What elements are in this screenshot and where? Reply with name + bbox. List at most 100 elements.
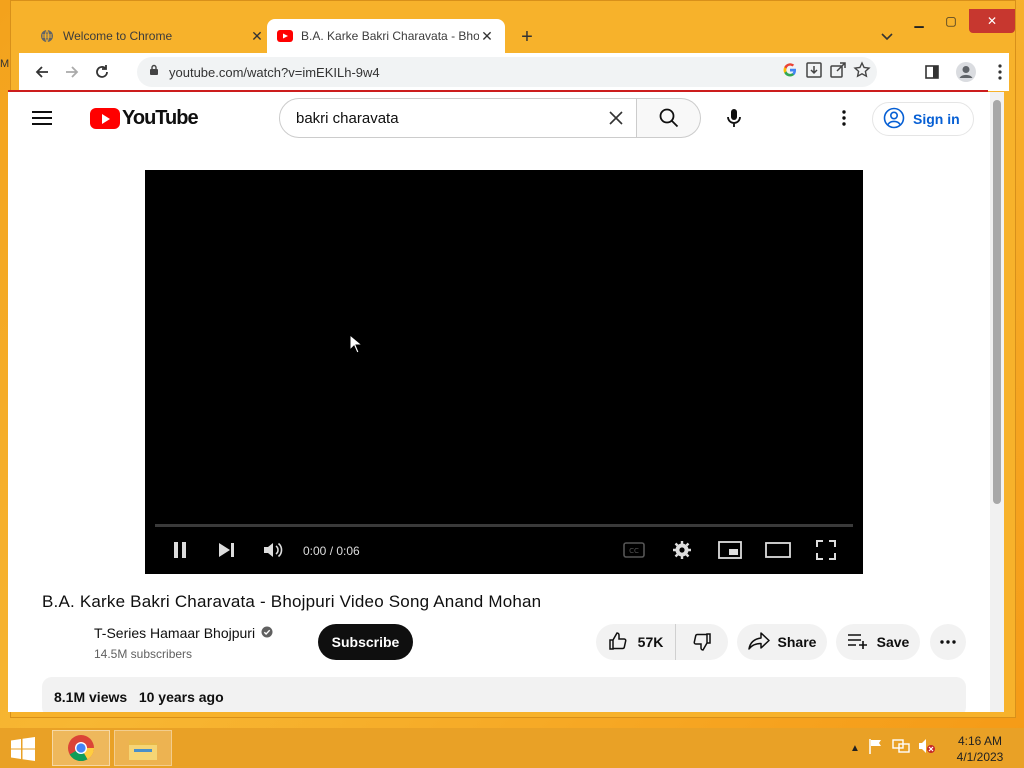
globe-icon xyxy=(39,28,55,44)
next-icon[interactable] xyxy=(211,536,241,564)
captions-icon[interactable]: CC xyxy=(619,536,649,564)
thumbs-down-icon xyxy=(693,633,711,651)
show-hidden-icons-icon[interactable]: ▲ xyxy=(850,743,860,754)
google-icon[interactable] xyxy=(781,61,799,84)
youtube-icon xyxy=(277,28,293,44)
view-count: 8.1M views xyxy=(54,689,128,705)
tab-welcome[interactable]: Welcome to Chrome ✕ xyxy=(29,19,275,53)
page-scrollbar[interactable] xyxy=(990,92,1004,712)
network-icon[interactable] xyxy=(892,738,910,759)
more-actions-button[interactable] xyxy=(930,624,966,660)
new-tab-button[interactable]: + xyxy=(516,26,538,48)
miniplayer-icon[interactable] xyxy=(715,536,745,564)
taskbar-file-explorer[interactable] xyxy=(114,730,172,766)
back-button[interactable] xyxy=(27,57,57,87)
tab-title: Welcome to Chrome xyxy=(63,29,173,43)
toolbar-right xyxy=(917,57,1015,87)
player-controls: 0:00 / 0:06 CC xyxy=(145,532,863,568)
chrome-icon xyxy=(68,735,95,762)
youtube-wordmark: YouTube xyxy=(122,107,199,129)
scrollbar-thumb[interactable] xyxy=(993,100,1001,504)
svg-text:CC: CC xyxy=(629,547,639,555)
menu-icon[interactable] xyxy=(32,106,56,130)
search-input[interactable]: bakri charavata xyxy=(279,98,637,138)
minimize-button[interactable]: ▁ xyxy=(903,9,935,33)
youtube-logo[interactable]: YouTube xyxy=(90,107,199,130)
verified-badge-icon xyxy=(261,625,273,641)
profile-avatar[interactable] xyxy=(951,57,981,87)
subscriber-count: 14.5M subscribers xyxy=(94,647,193,661)
mouse-cursor-icon xyxy=(349,333,364,359)
playlist-add-icon xyxy=(847,633,869,652)
start-button[interactable] xyxy=(8,736,38,762)
lock-icon xyxy=(149,63,159,81)
system-tray: ▲ xyxy=(850,738,936,759)
window-controls: ▁ ▢ ✕ xyxy=(903,9,1015,33)
video-player[interactable]: 0:00 / 0:06 CC xyxy=(145,170,863,574)
taskbar: ▲ 4:16 AM 4/1/2023 xyxy=(0,728,1024,768)
youtube-header: YouTube bakri charavata Sign in xyxy=(8,92,990,144)
video-progress-bar[interactable] xyxy=(155,524,853,527)
sign-in-button[interactable]: Sign in xyxy=(872,102,974,136)
channel-name: T-Series Hamaar Bhojpuri xyxy=(94,625,256,641)
share-page-icon[interactable] xyxy=(829,61,847,84)
microphone-icon[interactable] xyxy=(714,98,754,138)
taskbar-clock[interactable]: 4:16 AM 4/1/2023 xyxy=(950,733,1010,765)
browser-menu-icon[interactable] xyxy=(985,57,1015,87)
settings-gear-icon[interactable] xyxy=(667,536,697,564)
tab-youtube[interactable]: B.A. Karke Bakri Charavata - Bhojpuri ✕ xyxy=(267,19,505,53)
url-text: youtube.com/watch?v=imEKILh-9w4 xyxy=(169,64,380,80)
taskbar-chrome[interactable] xyxy=(52,730,110,766)
more-options-icon[interactable] xyxy=(830,104,858,132)
save-label: Save xyxy=(876,634,910,650)
close-icon[interactable]: ✕ xyxy=(479,28,495,44)
channel-name-link[interactable]: T-Series Hamaar Bhojpuri xyxy=(94,625,273,641)
tab-strip: Welcome to Chrome ✕ B.A. Karke Bakri Cha… xyxy=(11,1,1015,53)
side-panel-icon[interactable] xyxy=(917,57,947,87)
search-query: bakri charavata xyxy=(296,109,399,127)
subscribe-button[interactable]: Subscribe xyxy=(318,624,413,660)
share-icon xyxy=(747,631,770,653)
like-dislike-group: 57K xyxy=(596,624,728,660)
close-icon[interactable]: ✕ xyxy=(249,28,265,44)
clear-search-icon[interactable] xyxy=(596,110,636,126)
clock-time: 4:16 AM xyxy=(957,734,1003,748)
dislike-button[interactable] xyxy=(676,624,728,660)
pause-icon[interactable] xyxy=(165,536,195,564)
desktop-edge-label: M xyxy=(0,58,10,70)
description-box[interactable]: 8.1M views 10 years ago xyxy=(42,677,966,712)
like-count: 57K xyxy=(637,634,664,650)
like-button[interactable]: 57K xyxy=(596,624,676,660)
share-button[interactable]: Share xyxy=(737,624,827,660)
windows-logo-icon xyxy=(11,737,35,761)
volume-muted-icon[interactable] xyxy=(918,738,936,759)
chevron-down-icon[interactable] xyxy=(877,27,897,47)
youtube-play-logo-icon xyxy=(90,108,120,129)
address-bar[interactable]: youtube.com/watch?v=imEKILh-9w4 xyxy=(137,57,877,87)
flag-icon[interactable] xyxy=(868,738,884,759)
share-label: Share xyxy=(777,634,817,650)
star-icon[interactable] xyxy=(853,60,871,84)
theater-mode-icon[interactable] xyxy=(763,536,793,564)
account-icon xyxy=(883,107,905,132)
time-display: 0:00 / 0:06 xyxy=(303,544,360,558)
clock-date: 4/1/2023 xyxy=(956,750,1004,764)
upload-age: 10 years ago xyxy=(138,689,224,705)
search-button[interactable] xyxy=(637,98,701,138)
browser-toolbar: youtube.com/watch?v=imEKILh-9w4 xyxy=(19,53,1009,91)
download-icon[interactable] xyxy=(805,61,823,84)
fullscreen-icon[interactable] xyxy=(811,536,841,564)
save-button[interactable]: Save xyxy=(836,624,920,660)
forward-button[interactable] xyxy=(57,57,87,87)
thumbs-up-icon xyxy=(608,631,628,654)
reload-button[interactable] xyxy=(87,57,117,87)
omnibox-actions xyxy=(781,57,877,87)
horizontal-dots-icon xyxy=(940,640,956,644)
sign-in-label: Sign in xyxy=(913,111,960,127)
window-close-button[interactable]: ✕ xyxy=(969,9,1015,33)
folder-icon xyxy=(129,740,157,760)
volume-icon[interactable] xyxy=(259,536,289,564)
maximize-button[interactable]: ▢ xyxy=(935,9,967,33)
video-title: B.A. Karke Bakri Charavata - Bhojpuri Vi… xyxy=(42,592,542,611)
search-icon xyxy=(659,108,678,128)
